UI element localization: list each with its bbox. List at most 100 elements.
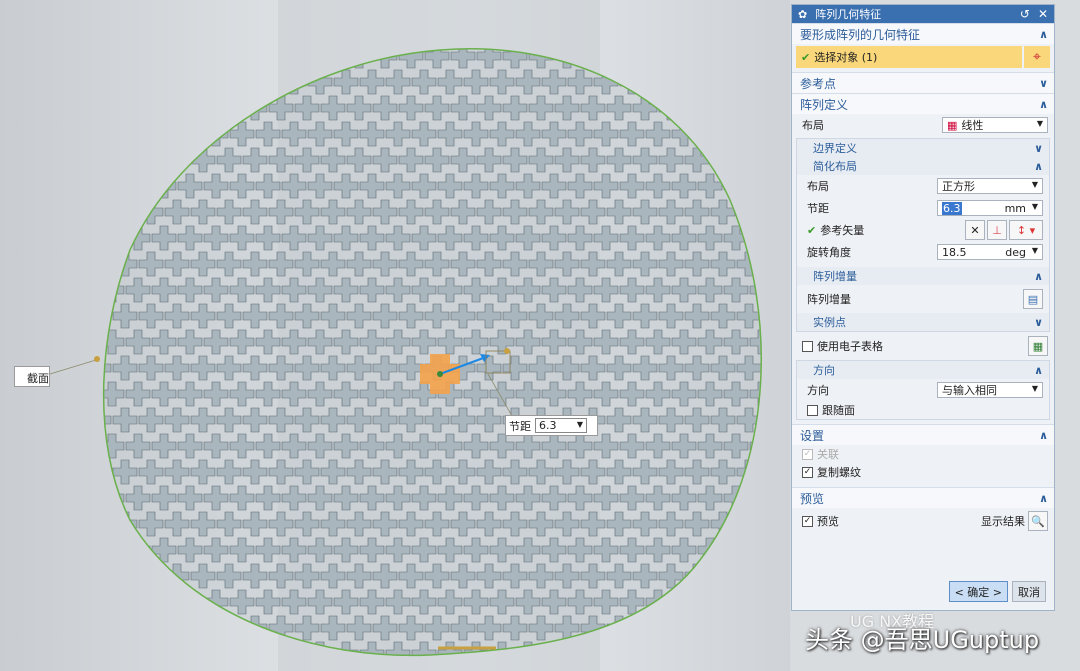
geometry-section-header[interactable]: 要形成阵列的几何特征 ∧ xyxy=(792,23,1054,44)
spreadsheet-checkbox[interactable] xyxy=(802,340,813,352)
preview-section-header[interactable]: 预览 ∧ xyxy=(792,487,1054,508)
pattern-cross xyxy=(632,48,658,69)
pattern-cross xyxy=(112,48,138,69)
rotation-input[interactable]: 18.5 deg ▼ xyxy=(937,244,1043,260)
reverse-direction-icon[interactable]: ✕ xyxy=(965,220,985,240)
pattern-def-title: 阵列定义 xyxy=(800,97,849,112)
ref-point-section-header[interactable]: 参考点 ∨ xyxy=(792,72,1054,93)
layout-value: 线性 xyxy=(961,119,984,132)
pattern-cross xyxy=(710,48,736,69)
pattern-cross xyxy=(736,95,762,121)
pattern-cross xyxy=(789,200,790,224)
pattern-cross xyxy=(103,563,112,589)
pattern-scene xyxy=(49,0,790,671)
pattern-def-group: 边界定义 ∨ 简化布局 ∧ 布局 正方形 ▼ 节距 6.3 mm ▼ ✔ 参考矢… xyxy=(796,138,1050,332)
pattern-cross xyxy=(138,563,164,589)
chevron-down-icon: ▼ xyxy=(1031,246,1038,255)
increment-title: 阵列增量 xyxy=(813,270,857,283)
ref-vector-row: ✔ 参考矢量 ✕ ⊥ ↕ ▾ xyxy=(797,219,1049,241)
increment-label: 阵列增量 xyxy=(807,293,851,306)
rotation-value: 18.5 xyxy=(942,245,967,259)
pattern-cross xyxy=(710,95,736,121)
select-object-row[interactable]: ✔ 选择对象 (1) ⌖ xyxy=(796,46,1050,68)
ok-button[interactable]: < 确定 > xyxy=(948,581,1008,602)
copy-threads-checkbox[interactable]: ✓ xyxy=(802,466,813,478)
increment-subheader[interactable]: 阵列增量 ∧ xyxy=(797,267,1049,285)
pattern-cross xyxy=(61,616,85,640)
pattern-cross xyxy=(74,226,98,250)
chevron-up-icon: ∧ xyxy=(1039,428,1048,442)
pattern-cross xyxy=(112,147,138,173)
pattern-cross xyxy=(255,69,281,95)
pattern-cross xyxy=(749,589,762,615)
pattern-cross xyxy=(749,485,762,511)
simple-layout-select[interactable]: 正方形 ▼ xyxy=(937,178,1043,194)
pattern-cross xyxy=(112,563,138,589)
pattern-cross xyxy=(103,69,125,95)
pattern-cross xyxy=(61,408,85,432)
pattern-cross xyxy=(763,408,787,432)
orientation-subheader[interactable]: 方向 ∧ xyxy=(797,361,1049,379)
pattern-cross xyxy=(697,121,723,147)
pattern-cross xyxy=(789,44,790,68)
pattern-cross xyxy=(74,590,98,614)
pattern-cross xyxy=(125,641,151,656)
pattern-cross xyxy=(750,18,774,42)
chevron-up-icon: ∧ xyxy=(1034,269,1043,283)
section-leader xyxy=(49,359,97,375)
pattern-cross xyxy=(710,563,736,589)
layout-select[interactable]: ▦ 线性 ▼ xyxy=(942,117,1048,133)
pattern-cross xyxy=(776,382,790,406)
simple-layout-subheader[interactable]: 简化布局 ∧ xyxy=(797,157,1049,175)
pattern-cross xyxy=(789,148,790,172)
pattern-cross xyxy=(190,48,216,69)
follow-face-checkbox[interactable] xyxy=(807,404,818,416)
graphics-viewport[interactable]: 截面 节距 6.3 ▼ xyxy=(0,0,790,671)
pattern-cross xyxy=(138,147,164,173)
pattern-cross xyxy=(177,121,203,147)
pattern-cross xyxy=(74,486,98,510)
vector-type-select[interactable]: ↕ ▾ xyxy=(1009,220,1043,240)
pattern-cross xyxy=(736,147,762,173)
chevron-down-icon: ∨ xyxy=(1034,315,1043,329)
boundary-subheader[interactable]: 边界定义 ∨ xyxy=(797,139,1049,157)
increment-table-icon[interactable]: ▤ xyxy=(1023,289,1043,309)
pattern-cross xyxy=(103,173,125,199)
pattern-cross xyxy=(763,356,787,380)
pattern-def-section-header[interactable]: 阵列定义 ∧ xyxy=(792,93,1054,114)
pattern-cross xyxy=(74,278,98,302)
preview-row: ✓ 预览 显示结果 🔍 xyxy=(792,508,1054,534)
pitch-callout[interactable]: 节距 6.3 ▼ xyxy=(505,415,598,436)
check-icon: ✔ xyxy=(807,223,817,237)
pitch-input[interactable]: 6.3 mm ▼ xyxy=(937,200,1043,216)
pitch-callout-input[interactable]: 6.3 ▼ xyxy=(535,418,587,433)
pattern-cross xyxy=(151,121,177,147)
pattern-cross xyxy=(61,564,85,588)
pattern-cross xyxy=(684,615,710,641)
chevron-down-icon: ▼ xyxy=(1031,384,1038,393)
crosshair-icon[interactable]: ⌖ xyxy=(1024,46,1050,68)
pattern-cross xyxy=(776,70,790,94)
cancel-button[interactable]: 取消 xyxy=(1012,581,1046,602)
pattern-cross xyxy=(763,304,787,328)
pattern-cross xyxy=(151,69,177,95)
instance-subheader[interactable]: 实例点 ∨ xyxy=(797,313,1049,331)
pattern-cross xyxy=(776,18,790,42)
select-object-field[interactable]: ✔ 选择对象 (1) xyxy=(796,46,1022,68)
simple-layout-row: 布局 正方形 ▼ xyxy=(797,175,1049,197)
vector-constructor-icon[interactable]: ⊥ xyxy=(987,220,1007,240)
close-icon[interactable]: ✕ xyxy=(1038,7,1048,21)
pattern-cross xyxy=(74,382,98,406)
pattern-cross xyxy=(789,564,790,588)
pattern-cross xyxy=(255,641,281,656)
pattern-cross xyxy=(138,95,164,121)
orientation-select[interactable]: 与输入相同 ▼ xyxy=(937,382,1043,398)
spreadsheet-icon[interactable]: ▦ xyxy=(1028,336,1048,356)
magnifier-icon[interactable]: 🔍 xyxy=(1028,511,1048,531)
pattern-cross xyxy=(61,200,85,224)
reset-icon[interactable]: ↺ xyxy=(1020,7,1030,21)
pattern-cross xyxy=(697,69,723,95)
dialog-title: 阵列几何特征 xyxy=(815,8,882,21)
settings-section-header[interactable]: 设置 ∧ xyxy=(792,424,1054,445)
preview-checkbox[interactable]: ✓ xyxy=(802,515,813,527)
